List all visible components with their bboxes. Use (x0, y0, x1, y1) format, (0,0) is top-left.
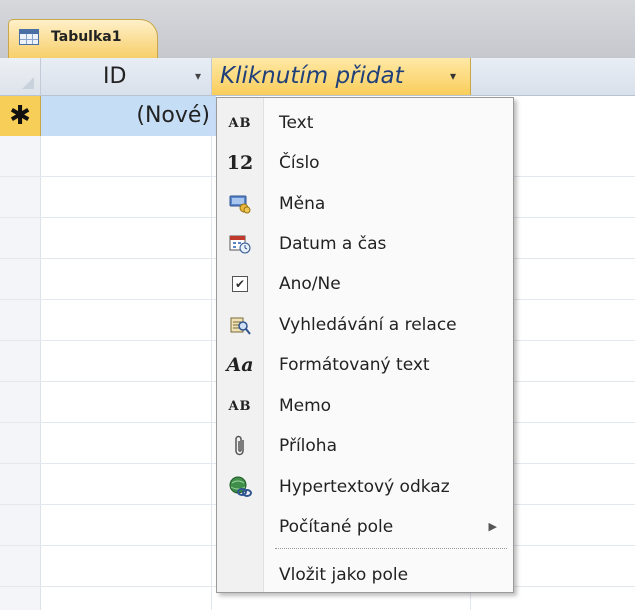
menu-item-label: Počítané pole (279, 517, 394, 537)
menu-item-label: Vyhledávání a relace (279, 315, 457, 335)
menu-item-label: Ano/Ne (279, 274, 341, 294)
menu-item-lookup[interactable]: Vyhledávání a relace (217, 305, 513, 345)
calendar-clock-icon (221, 224, 259, 264)
tab-strip: Tabulka1 (0, 0, 635, 58)
menu-item-label: Datum a čas (279, 234, 387, 254)
menu-item-label: Formátovaný text (279, 355, 430, 375)
menu-item-hyperlink[interactable]: Hypertextový odkaz (217, 467, 513, 507)
menu-item-memo[interactable]: AB Memo (217, 386, 513, 426)
hyperlink-icon (221, 467, 259, 507)
menu-item-label: Vložit jako pole (279, 565, 409, 585)
table-icon (19, 29, 39, 45)
chevron-down-icon[interactable]: ▾ (195, 58, 201, 95)
tab-tabulka1[interactable]: Tabulka1 (8, 19, 158, 58)
menu-item-datetime[interactable]: Datum a čas (217, 224, 513, 264)
column-header-add[interactable]: Kliknutím přidat ▾ (212, 58, 471, 95)
column-header-id-label: ID (103, 64, 127, 89)
submenu-arrow-icon: ▶ (488, 520, 497, 533)
memo-icon: AB (228, 398, 252, 414)
menu-item-calculated[interactable]: Počítané pole ▶ (217, 507, 513, 547)
rich-text-icon: Aa (226, 354, 254, 376)
column-header-row: ID ▾ Kliknutím přidat ▾ (0, 58, 635, 96)
column-header-id[interactable]: ID ▾ (41, 58, 212, 95)
new-record-id-value: (Nové) (136, 103, 210, 128)
menu-item-label: Číslo (279, 153, 320, 173)
field-type-menu: AB Text 12 Číslo Měna Datum a čas ✔ Ano/… (216, 97, 514, 593)
menu-item-rich-text[interactable]: Aa Formátovaný text (217, 345, 513, 385)
menu-item-number[interactable]: 12 Číslo (217, 143, 513, 183)
tab-label: Tabulka1 (51, 29, 122, 45)
menu-separator (275, 548, 507, 549)
menu-item-label: Hypertextový odkaz (279, 477, 450, 497)
paperclip-icon (221, 426, 259, 466)
menu-item-label: Text (279, 113, 314, 133)
menu-item-label: Memo (279, 396, 332, 416)
currency-icon (221, 184, 259, 224)
column-divider (211, 136, 212, 610)
menu-item-paste-as-field[interactable]: Vložit jako pole (217, 555, 513, 595)
checkbox-check-icon: ✔ (232, 276, 248, 292)
menu-item-label: Příloha (279, 436, 337, 456)
number-type-icon: 12 (226, 152, 254, 174)
menu-item-currency[interactable]: Měna (217, 184, 513, 224)
menu-item-yes-no[interactable]: ✔ Ano/Ne (217, 264, 513, 304)
menu-item-attachment[interactable]: Příloha (217, 426, 513, 466)
chevron-down-icon[interactable]: ▾ (450, 58, 456, 95)
menu-item-label: Měna (279, 194, 326, 214)
select-all-corner[interactable] (0, 58, 41, 95)
column-header-add-label: Kliknutím přidat (220, 63, 404, 89)
text-type-icon: AB (228, 115, 252, 131)
new-record-asterisk-icon[interactable]: ✱ (0, 96, 41, 136)
menu-item-text[interactable]: AB Text (217, 103, 513, 143)
lookup-icon (221, 305, 259, 345)
checkbox-icon: ✔ (221, 264, 259, 304)
new-record-id-cell[interactable]: (Nové) (41, 96, 216, 136)
